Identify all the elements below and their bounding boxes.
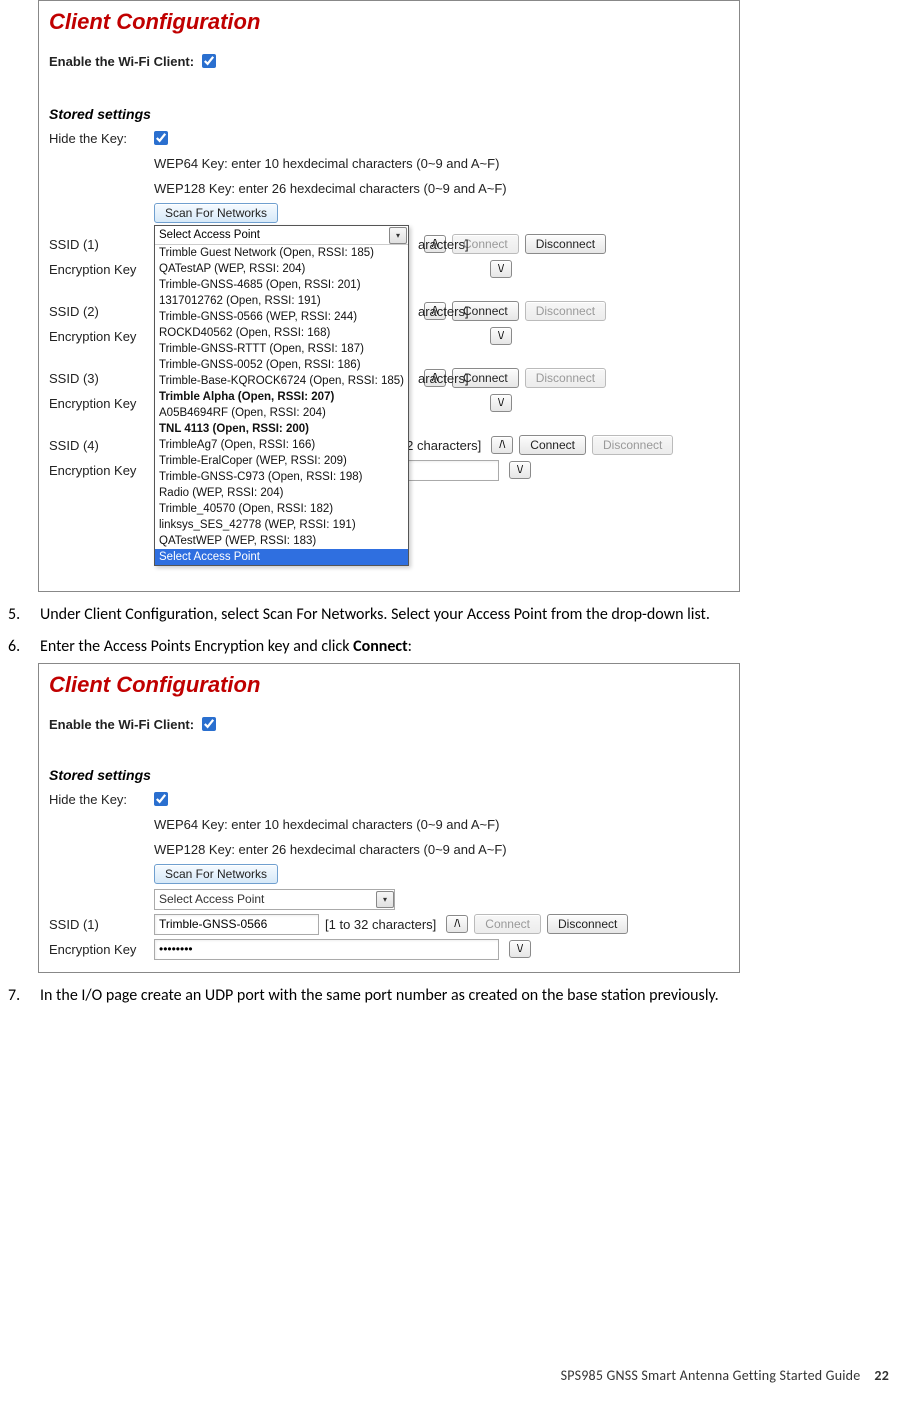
range-hint-fragment: aracters] — [418, 371, 469, 386]
panel-title: Client Configuration — [49, 9, 729, 35]
dropdown-option[interactable]: QATestAP (WEP, RSSI: 204) — [155, 261, 408, 277]
dropdown-option[interactable]: QATestWEP (WEP, RSSI: 183) — [155, 533, 408, 549]
range-hint-fragment: aracters] — [418, 304, 469, 319]
dropdown-option[interactable]: linksys_SES_42778 (WEP, RSSI: 191) — [155, 517, 408, 533]
stored-settings-heading: Stored settings — [49, 767, 729, 783]
ssid-label: SSID (4) — [49, 438, 154, 453]
wep128-hint: WEP128 Key: enter 26 hexdecimal characte… — [154, 842, 507, 857]
wep64-hint: WEP64 Key: enter 10 hexdecimal character… — [154, 156, 499, 171]
encryption-key-label: Encryption Key — [49, 262, 154, 277]
hide-key-label: Hide the Key: — [49, 792, 154, 807]
chevron-down-icon[interactable]: ▾ — [389, 227, 407, 244]
instruction-step-7: 7. In the I/O page create an UDP port wi… — [40, 985, 897, 1007]
wep64-hint: WEP64 Key: enter 10 hexdecimal character… — [154, 817, 499, 832]
ssid-label: SSID (2) — [49, 304, 154, 319]
ssid-label: SSID (3) — [49, 371, 154, 386]
encryption-key-label: Encryption Key — [49, 942, 154, 957]
dropdown-option[interactable]: Radio (WEP, RSSI: 204) — [155, 485, 408, 501]
dropdown-option[interactable]: ROCKD40562 (Open, RSSI: 168) — [155, 325, 408, 341]
disconnect-button[interactable]: Disconnect — [525, 368, 606, 388]
ssid-input[interactable] — [154, 914, 319, 935]
access-point-dropdown-open[interactable]: Select Access Point ▾ Trimble Guest Netw… — [154, 225, 409, 566]
move-up-button[interactable]: /\ — [491, 436, 513, 454]
client-config-panel-filled: Client Configuration Enable the Wi-Fi Cl… — [38, 663, 740, 973]
move-up-button[interactable]: /\ — [446, 915, 468, 933]
move-down-button[interactable]: \/ — [509, 940, 531, 958]
dropdown-option-selected[interactable]: Select Access Point — [155, 549, 408, 565]
instruction-step-6: 6. Enter the Access Points Encryption ke… — [40, 636, 897, 658]
disconnect-button[interactable]: Disconnect — [525, 301, 606, 321]
dropdown-option[interactable]: 1317012762 (Open, RSSI: 191) — [155, 293, 408, 309]
dropdown-option[interactable]: Trimble Guest Network (Open, RSSI: 185) — [155, 245, 408, 261]
dropdown-option[interactable]: TNL 4113 (Open, RSSI: 200) — [155, 421, 408, 437]
range-hint: [1 to 32 characters] — [325, 917, 436, 932]
dropdown-option[interactable]: Trimble_40570 (Open, RSSI: 182) — [155, 501, 408, 517]
dropdown-option[interactable]: Trimble Alpha (Open, RSSI: 207) — [155, 389, 408, 405]
client-config-panel-dropdown-open: Client Configuration Enable the Wi-Fi Cl… — [38, 0, 740, 592]
move-down-button[interactable]: \/ — [509, 461, 531, 479]
dropdown-option[interactable]: Trimble-EralCoper (WEP, RSSI: 209) — [155, 453, 408, 469]
scan-networks-button[interactable]: Scan For Networks — [154, 203, 278, 223]
enable-wifi-label: Enable the Wi-Fi Client: — [49, 54, 194, 69]
ssid-label: SSID (1) — [49, 237, 154, 252]
move-down-button[interactable]: \/ — [490, 260, 512, 278]
enable-wifi-label: Enable the Wi-Fi Client: — [49, 717, 194, 732]
disconnect-button[interactable]: Disconnect — [525, 234, 606, 254]
enable-wifi-checkbox[interactable] — [202, 717, 216, 731]
access-point-select[interactable]: Select Access Point ▾ — [154, 889, 395, 910]
hide-key-checkbox[interactable] — [154, 131, 168, 145]
dropdown-option[interactable]: Trimble-GNSS-C973 (Open, RSSI: 198) — [155, 469, 408, 485]
range-hint-fragment: aracters] — [418, 237, 469, 252]
connect-button[interactable]: Connect — [474, 914, 541, 934]
dropdown-option[interactable]: Trimble-Base-KQROCK6724 (Open, RSSI: 185… — [155, 373, 408, 389]
move-down-button[interactable]: \/ — [490, 327, 512, 345]
scan-networks-button[interactable]: Scan For Networks — [154, 864, 278, 884]
disconnect-button[interactable]: Disconnect — [547, 914, 628, 934]
enable-wifi-checkbox[interactable] — [202, 54, 216, 68]
disconnect-button[interactable]: Disconnect — [592, 435, 673, 455]
encryption-key-label: Encryption Key — [49, 463, 154, 478]
encryption-key-label: Encryption Key — [49, 396, 154, 411]
hide-key-label: Hide the Key: — [49, 131, 154, 146]
connect-button[interactable]: Connect — [519, 435, 586, 455]
dropdown-option[interactable]: Trimble-GNSS-RTTT (Open, RSSI: 187) — [155, 341, 408, 357]
wep128-hint: WEP128 Key: enter 26 hexdecimal characte… — [154, 181, 507, 196]
encryption-key-label: Encryption Key — [49, 329, 154, 344]
move-down-button[interactable]: \/ — [490, 394, 512, 412]
encryption-key-input[interactable] — [154, 939, 499, 960]
stored-settings-heading: Stored settings — [49, 106, 729, 122]
panel-title: Client Configuration — [49, 672, 729, 698]
instruction-step-5: 5. Under Client Configuration, select Sc… — [40, 604, 897, 626]
chevron-down-icon[interactable]: ▾ — [376, 891, 394, 908]
ssid-label: SSID (1) — [49, 917, 154, 932]
dropdown-option[interactable]: Trimble-GNSS-0052 (Open, RSSI: 186) — [155, 357, 408, 373]
dropdown-option[interactable]: Trimble-GNSS-4685 (Open, RSSI: 201) — [155, 277, 408, 293]
dropdown-option[interactable]: A05B4694RF (Open, RSSI: 204) — [155, 405, 408, 421]
dropdown-option[interactable]: Trimble-GNSS-0566 (WEP, RSSI: 244) — [155, 309, 408, 325]
dropdown-selected-value[interactable]: Select Access Point ▾ — [155, 226, 408, 245]
dropdown-option[interactable]: TrimbleAg7 (Open, RSSI: 166) — [155, 437, 408, 453]
hide-key-checkbox[interactable] — [154, 792, 168, 806]
page-footer: SPS985 GNSS Smart Antenna Getting Starte… — [561, 1367, 889, 1384]
